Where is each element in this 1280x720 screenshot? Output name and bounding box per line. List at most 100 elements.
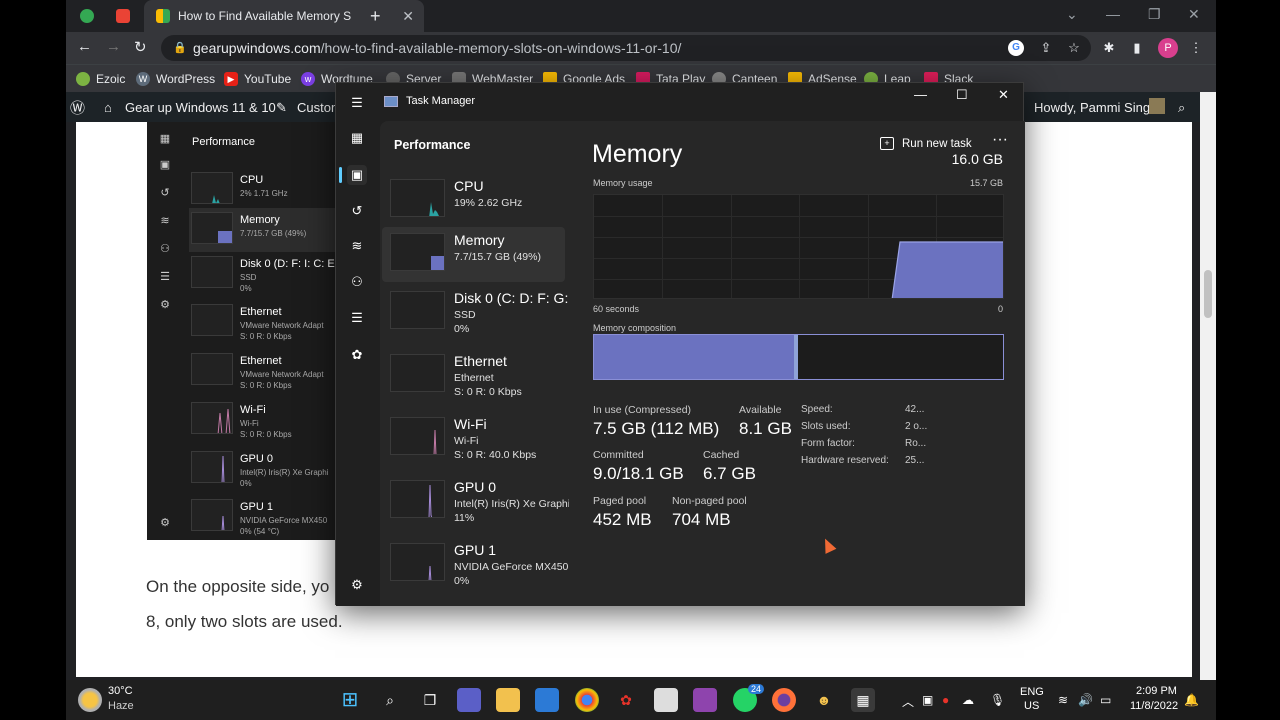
- settings-icon[interactable]: ⚙: [347, 575, 367, 595]
- scrollbar-thumb[interactable]: [1204, 270, 1212, 318]
- forward-icon[interactable]: →: [106, 38, 121, 55]
- details-icon[interactable]: ☰: [347, 308, 367, 328]
- extensions-icon[interactable]: ✱: [1101, 40, 1117, 56]
- minimize-icon[interactable]: —: [914, 87, 927, 102]
- onedrive-icon[interactable]: ☁: [962, 693, 974, 707]
- performance-icon[interactable]: ▣: [347, 165, 367, 185]
- microphone-icon[interactable]: 🎙: [990, 693, 1005, 707]
- perf-item-gpu0[interactable]: GPU 0 Intel(R) Iris(R) Xe Graphi 11%: [382, 474, 569, 529]
- composition-modified: [794, 335, 798, 379]
- microsoft-store-icon[interactable]: [535, 688, 559, 712]
- chevron-down-icon[interactable]: ⌄: [1066, 6, 1078, 23]
- processes-icon[interactable]: ▦: [347, 128, 367, 148]
- wp-site-name[interactable]: Gear up Windows 11 & 10: [125, 100, 276, 115]
- perf-item-memory[interactable]: Memory 7.7/15.7 GB (49%): [382, 227, 565, 282]
- clipchamp-icon[interactable]: [693, 688, 717, 712]
- clock-date[interactable]: 11/8/2022: [1130, 700, 1178, 712]
- huawei-icon[interactable]: ✿: [614, 688, 638, 712]
- screenshot-item-sub: NVIDIA GeForce MX450: [240, 516, 328, 525]
- maximize-icon[interactable]: ☐: [956, 87, 968, 103]
- perf-item-sub: S: 0 R: 0 Kbps: [454, 386, 522, 398]
- chevron-up-icon[interactable]: ︿: [902, 693, 914, 710]
- screenshot-thumb: [191, 256, 233, 288]
- tab-pinned-1[interactable]: [80, 0, 102, 32]
- close-icon[interactable]: ✕: [1188, 6, 1200, 23]
- tab-pinned-gmail[interactable]: [116, 0, 138, 32]
- language-bottom[interactable]: US: [1024, 700, 1039, 712]
- screenshot-performance-icon: ▣: [159, 159, 171, 171]
- firefox-icon[interactable]: [772, 688, 796, 712]
- window-title: Task Manager: [406, 95, 476, 107]
- user-avatar[interactable]: [1149, 98, 1165, 114]
- cached-value: 6.7 GB: [703, 464, 756, 483]
- screenshot-thumb: [191, 499, 233, 531]
- app-icon[interactable]: ☻: [812, 688, 836, 712]
- perf-item-ethernet[interactable]: Ethernet Ethernet S: 0 R: 0 Kbps: [382, 348, 565, 403]
- cpu-thumb: [390, 179, 445, 217]
- tab-active[interactable]: How to Find Available Memory S ✕: [144, 0, 424, 32]
- graph-right-label: 0: [997, 304, 1003, 314]
- minimize-icon[interactable]: —: [1106, 6, 1120, 22]
- clock-time[interactable]: 2:09 PM: [1136, 685, 1177, 697]
- memory-usage-area: [891, 241, 1003, 298]
- perf-item-cpu[interactable]: CPU 19% 2.62 GHz: [382, 173, 565, 228]
- side-panel-icon[interactable]: ▮: [1129, 40, 1145, 56]
- close-icon[interactable]: ✕: [998, 87, 1009, 103]
- google-icon[interactable]: G: [1008, 40, 1024, 56]
- perf-item-gpu1[interactable]: GPU 1 NVIDIA GeForce MX450 0%: [382, 537, 568, 592]
- bookmark-star-icon[interactable]: ☆: [1066, 40, 1082, 56]
- nav-rail: ☰ ▦ ▣ ↺ ≋ ⚇ ☰ ✿ ⚙: [336, 83, 380, 606]
- restore-icon[interactable]: ❐: [1148, 6, 1161, 23]
- notepad-icon[interactable]: [654, 688, 678, 712]
- tab-close-icon[interactable]: ✕: [402, 8, 414, 25]
- language-top[interactable]: ENG: [1020, 686, 1044, 698]
- screenshot-item-wifi: Wi-Fi Wi-Fi S: 0 R: 0 Kbps: [189, 398, 335, 442]
- chrome-icon[interactable]: [575, 688, 599, 712]
- task-view-icon[interactable]: ❐: [418, 688, 442, 712]
- brush-icon[interactable]: ✎: [276, 100, 287, 116]
- bookmark-ezoic[interactable]: Ezoic: [76, 69, 125, 89]
- search-icon[interactable]: ⌕: [1178, 100, 1185, 116]
- new-tab-button[interactable]: +: [370, 0, 381, 32]
- share-icon[interactable]: ⇪: [1038, 40, 1054, 56]
- startup-apps-icon[interactable]: ≋: [347, 236, 367, 256]
- perf-item-sub: 7.7/15.7 GB (49%): [454, 251, 541, 263]
- start-icon[interactable]: ⊞: [338, 688, 362, 712]
- reload-icon[interactable]: ↻: [134, 38, 147, 56]
- search-icon[interactable]: ⌕: [378, 688, 402, 712]
- hamburger-icon[interactable]: ☰: [347, 93, 367, 113]
- wordpress-logo-icon[interactable]: Ⓦ: [70, 97, 85, 118]
- tray-app-icon[interactable]: ▣: [922, 693, 933, 707]
- back-icon[interactable]: ←: [77, 38, 92, 55]
- youtube-icon: ▶: [224, 72, 238, 86]
- address-bar[interactable]: 🔒 gearupwindows.com/how-to-find-availabl…: [161, 35, 1091, 61]
- home-icon[interactable]: ⌂: [104, 100, 112, 115]
- perf-item-disk0[interactable]: Disk 0 (C: D: F: G: I SSD 0%: [382, 285, 569, 340]
- file-explorer-icon[interactable]: [496, 688, 520, 712]
- task-manager-taskbar-icon[interactable]: ▦: [851, 688, 875, 712]
- scrollbar[interactable]: [1200, 92, 1216, 680]
- weather-temp[interactable]: 30°C: [108, 685, 133, 697]
- perf-item-wifi[interactable]: Wi-Fi Wi-Fi S: 0 R: 40.0 Kbps: [382, 411, 565, 466]
- teams-chat-icon[interactable]: [457, 688, 481, 712]
- menu-icon[interactable]: ⋮: [1188, 40, 1204, 56]
- nonpaged-pool-label: Non-paged pool: [672, 495, 747, 507]
- committed-value: 9.0/18.1 GB: [593, 464, 684, 483]
- bookmark-wordpress[interactable]: W WordPress: [136, 69, 215, 89]
- screenshot-item-title: GPU 0: [240, 453, 274, 465]
- volume-icon[interactable]: 🔊: [1078, 693, 1093, 707]
- notifications-icon[interactable]: 🔔: [1184, 693, 1199, 707]
- tab-title: How to Find Available Memory S: [178, 9, 352, 23]
- users-icon[interactable]: ⚇: [347, 272, 367, 292]
- perf-item-title: Disk 0 (C: D: F: G: I: [454, 290, 569, 306]
- profile-avatar[interactable]: P: [1158, 38, 1178, 58]
- weather-icon[interactable]: [78, 688, 102, 712]
- weather-desc[interactable]: Haze: [108, 700, 134, 712]
- services-icon[interactable]: ✿: [347, 345, 367, 365]
- wifi-icon[interactable]: ≋: [1058, 693, 1068, 707]
- wp-howdy[interactable]: Howdy, Pammi Singh: [1034, 100, 1157, 115]
- app-history-icon[interactable]: ↺: [347, 201, 367, 221]
- tray-chrome-icon[interactable]: ●: [942, 693, 949, 707]
- bookmark-youtube[interactable]: ▶ YouTube: [224, 69, 291, 89]
- battery-icon[interactable]: ▭: [1100, 693, 1111, 707]
